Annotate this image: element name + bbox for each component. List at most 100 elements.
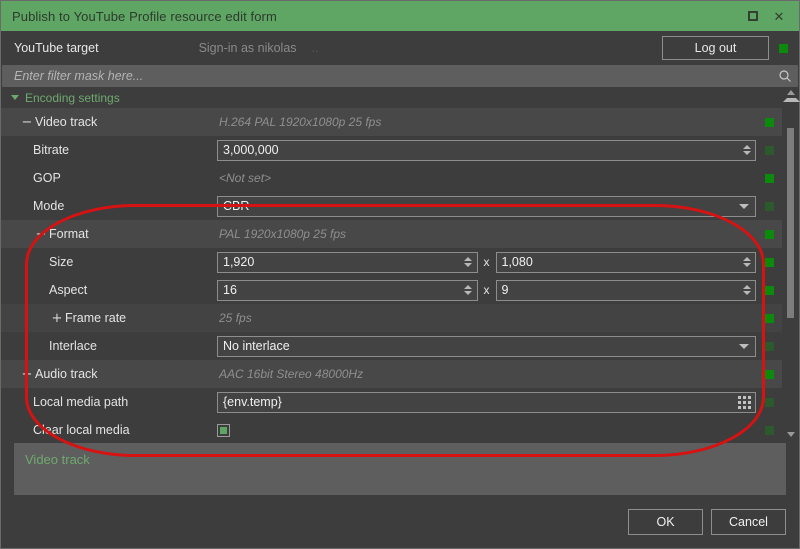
encoding-settings-label: Encoding settings (25, 90, 120, 105)
text-input-local-media-path[interactable]: {env.temp} (217, 391, 756, 413)
close-icon[interactable]: ✕ (766, 3, 792, 29)
indicator-cell (756, 397, 782, 407)
status-indicator-format[interactable] (764, 229, 774, 239)
property-label: Interlace (49, 339, 97, 353)
status-indicator-mode[interactable] (764, 201, 774, 211)
spinner-buttons[interactable] (740, 253, 753, 272)
status-indicator-size[interactable] (764, 257, 774, 267)
status-indicator-video-track[interactable] (764, 117, 774, 127)
property-summary: PAL 1920x1080p 25 fps (219, 227, 346, 241)
search-icon[interactable] (778, 69, 792, 83)
value-cell: No interlace (217, 335, 756, 357)
spinner-buttons[interactable] (462, 253, 475, 272)
property-row-size[interactable]: Size 1,920 x 1,080 (1, 248, 782, 276)
label-cell: Size (1, 255, 217, 269)
expand-icon[interactable]: + (19, 368, 35, 381)
chevron-down-icon[interactable] (739, 343, 749, 349)
window-controls: ✕ (740, 3, 799, 29)
property-label: Video track (35, 115, 98, 129)
indicator-cell (756, 229, 782, 239)
property-row-clear-local-media[interactable]: Clear local media (1, 416, 782, 442)
description-panel: Video track (14, 443, 786, 495)
scroll-up-icon[interactable] (782, 87, 800, 102)
youtube-target-row: YouTube target Sign-in as nikolas .. Log… (1, 31, 799, 65)
vertical-scrollbar[interactable] (782, 87, 800, 442)
spinner-buttons[interactable] (462, 281, 475, 300)
value-cell: PAL 1920x1080p 25 fps (217, 227, 756, 241)
property-row-interlace[interactable]: Interlace No interlace (1, 332, 782, 360)
status-indicator-local-media-path[interactable] (764, 397, 774, 407)
indicator-cell (756, 201, 782, 211)
filter-input[interactable]: Enter filter mask here... (14, 69, 778, 83)
expand-icon[interactable]: + (49, 312, 65, 325)
status-indicator-audio-track[interactable] (764, 369, 774, 379)
encoding-settings-header[interactable]: Encoding settings (1, 87, 782, 108)
property-rows: − Video track H.264 PAL 1920x1080p 25 fps B… (1, 108, 782, 442)
property-label: Clear local media (33, 423, 130, 437)
value-cell: <Not set> (217, 171, 756, 185)
log-out-button[interactable]: Log out (662, 36, 769, 60)
value-cell: 25 fps (217, 311, 756, 325)
target-label: YouTube target (14, 41, 99, 55)
status-indicator-frame-rate[interactable] (764, 313, 774, 323)
property-row-frame-rate[interactable]: + Frame rate 25 fps (1, 304, 782, 332)
cancel-button[interactable]: Cancel (711, 508, 786, 535)
dialog-window: Publish to YouTube Profile resource edit… (0, 0, 800, 549)
status-indicator-interlace[interactable] (764, 341, 774, 351)
field-value: CBR (223, 199, 250, 213)
spinner-input-size-a[interactable]: 1,920 (217, 251, 478, 273)
maximize-icon[interactable] (740, 3, 766, 29)
dimension-separator: x (483, 255, 490, 269)
property-label: Mode (33, 199, 65, 213)
chevron-down-icon[interactable] (739, 203, 749, 209)
dialog-footer: OK Cancel (1, 495, 799, 548)
property-label: Frame rate (65, 311, 127, 325)
signin-status: Sign-in as nikolas (198, 41, 297, 55)
property-row-audio-track[interactable]: + Audio track AAC 16bit Stereo 48000Hz (1, 360, 782, 388)
property-row-aspect[interactable]: Aspect 16 x 9 (1, 276, 782, 304)
indicator-cell (756, 285, 782, 295)
value-cell: H.264 PAL 1920x1080p 25 fps (217, 115, 756, 129)
status-indicator-aspect[interactable] (764, 285, 774, 295)
collapse-icon[interactable]: − (19, 116, 35, 129)
scrollbar-track[interactable] (783, 102, 800, 427)
spinner-input-aspect-b[interactable]: 9 (495, 279, 756, 301)
label-cell: Aspect (1, 283, 217, 297)
indicator-cell (756, 145, 782, 155)
spinner-input-bitrate[interactable]: 3,000,000 (217, 139, 756, 161)
signin-ellipsis: .. (311, 41, 319, 55)
collapse-icon[interactable]: − (33, 228, 49, 241)
combo-input-mode[interactable]: CBR (217, 195, 756, 217)
property-label: Size (49, 255, 74, 269)
property-row-local-media-path[interactable]: Local media path {env.temp} (1, 388, 782, 416)
property-row-mode[interactable]: Mode CBR (1, 192, 782, 220)
status-indicator-clear-local-media[interactable] (764, 425, 774, 435)
value-cell (217, 423, 756, 437)
ok-button[interactable]: OK (628, 508, 703, 535)
browse-icon[interactable] (737, 395, 751, 409)
dimension-separator: x (483, 283, 490, 297)
property-summary: H.264 PAL 1920x1080p 25 fps (219, 115, 382, 129)
property-row-bitrate[interactable]: Bitrate 3,000,000 (1, 136, 782, 164)
filter-bar[interactable]: Enter filter mask here... (2, 65, 798, 87)
spinner-buttons[interactable] (740, 141, 753, 160)
label-cell: Bitrate (1, 143, 217, 157)
label-cell: Interlace (1, 339, 217, 353)
status-indicator-gop[interactable] (764, 173, 774, 183)
property-grid-wrapper: Encoding settings − Video track H.264 PAL … (1, 87, 800, 457)
spinner-input-aspect-a[interactable]: 16 (217, 279, 478, 301)
field-value: 16 (223, 283, 237, 297)
status-indicator-bitrate[interactable] (764, 145, 774, 155)
combo-input-interlace[interactable]: No interlace (217, 335, 756, 357)
property-row-gop[interactable]: GOP <Not set> (1, 164, 782, 192)
spinner-buttons[interactable] (740, 281, 753, 300)
checkbox-clear-local-media[interactable] (217, 423, 230, 437)
scroll-down-icon[interactable] (783, 427, 800, 442)
property-row-video-track[interactable]: − Video track H.264 PAL 1920x1080p 25 fps (1, 108, 782, 136)
property-summary: <Not set> (219, 171, 272, 185)
property-row-format[interactable]: − Format PAL 1920x1080p 25 fps (1, 220, 782, 248)
spinner-input-size-b[interactable]: 1,080 (495, 251, 756, 273)
property-label: Audio track (35, 367, 98, 381)
scrollbar-thumb[interactable] (786, 128, 794, 318)
field-value: 1,080 (501, 255, 533, 269)
